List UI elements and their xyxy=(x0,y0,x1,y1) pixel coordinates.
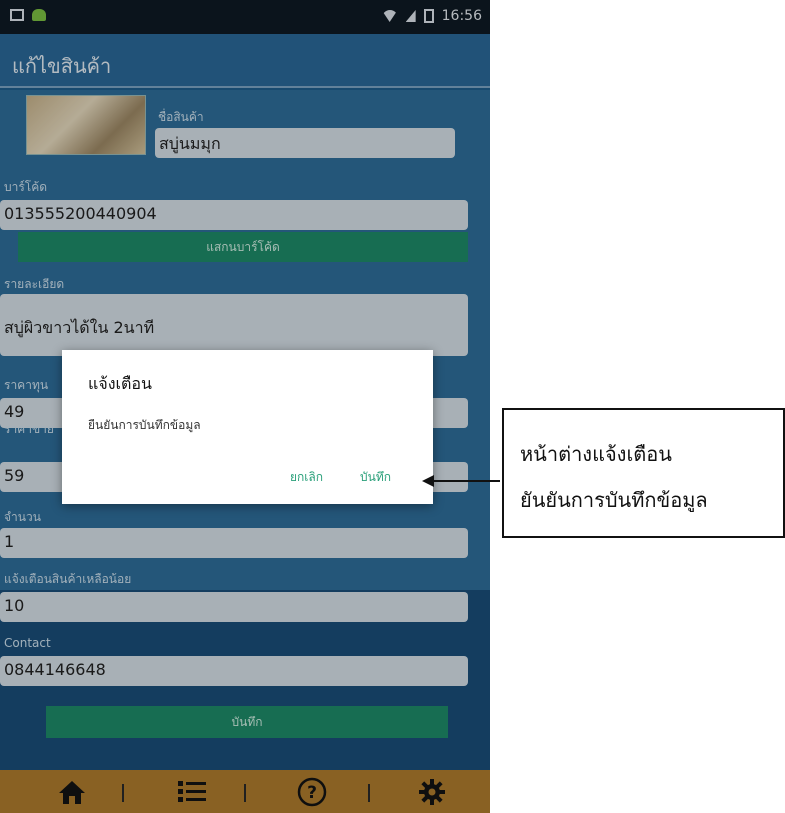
callout-line-2: ยันยันการบันทึกข้อมูล xyxy=(520,488,708,512)
phone-screen: 16:56 แก้ไขสินค้า ชื่อสินค้า สบู่นมมุก บ… xyxy=(0,0,490,813)
dialog-confirm-button[interactable]: บันทึก xyxy=(360,468,391,487)
dialog-message: ยืนยันการบันทึกข้อมูล xyxy=(88,418,201,432)
dialog-title: แจ้งเตือน xyxy=(88,374,152,393)
callout-arrow xyxy=(430,480,500,482)
alert-dialog: แจ้งเตือน ยืนยันการบันทึกข้อมูล ยกเลิก บ… xyxy=(62,350,433,504)
dialog-cancel-button[interactable]: ยกเลิก xyxy=(290,468,323,487)
annotation-callout: หน้าต่างแจ้งเตือน ยันยันการบันทึกข้อมูล xyxy=(502,408,785,538)
callout-line-1: หน้าต่างแจ้งเตือน xyxy=(520,442,672,466)
